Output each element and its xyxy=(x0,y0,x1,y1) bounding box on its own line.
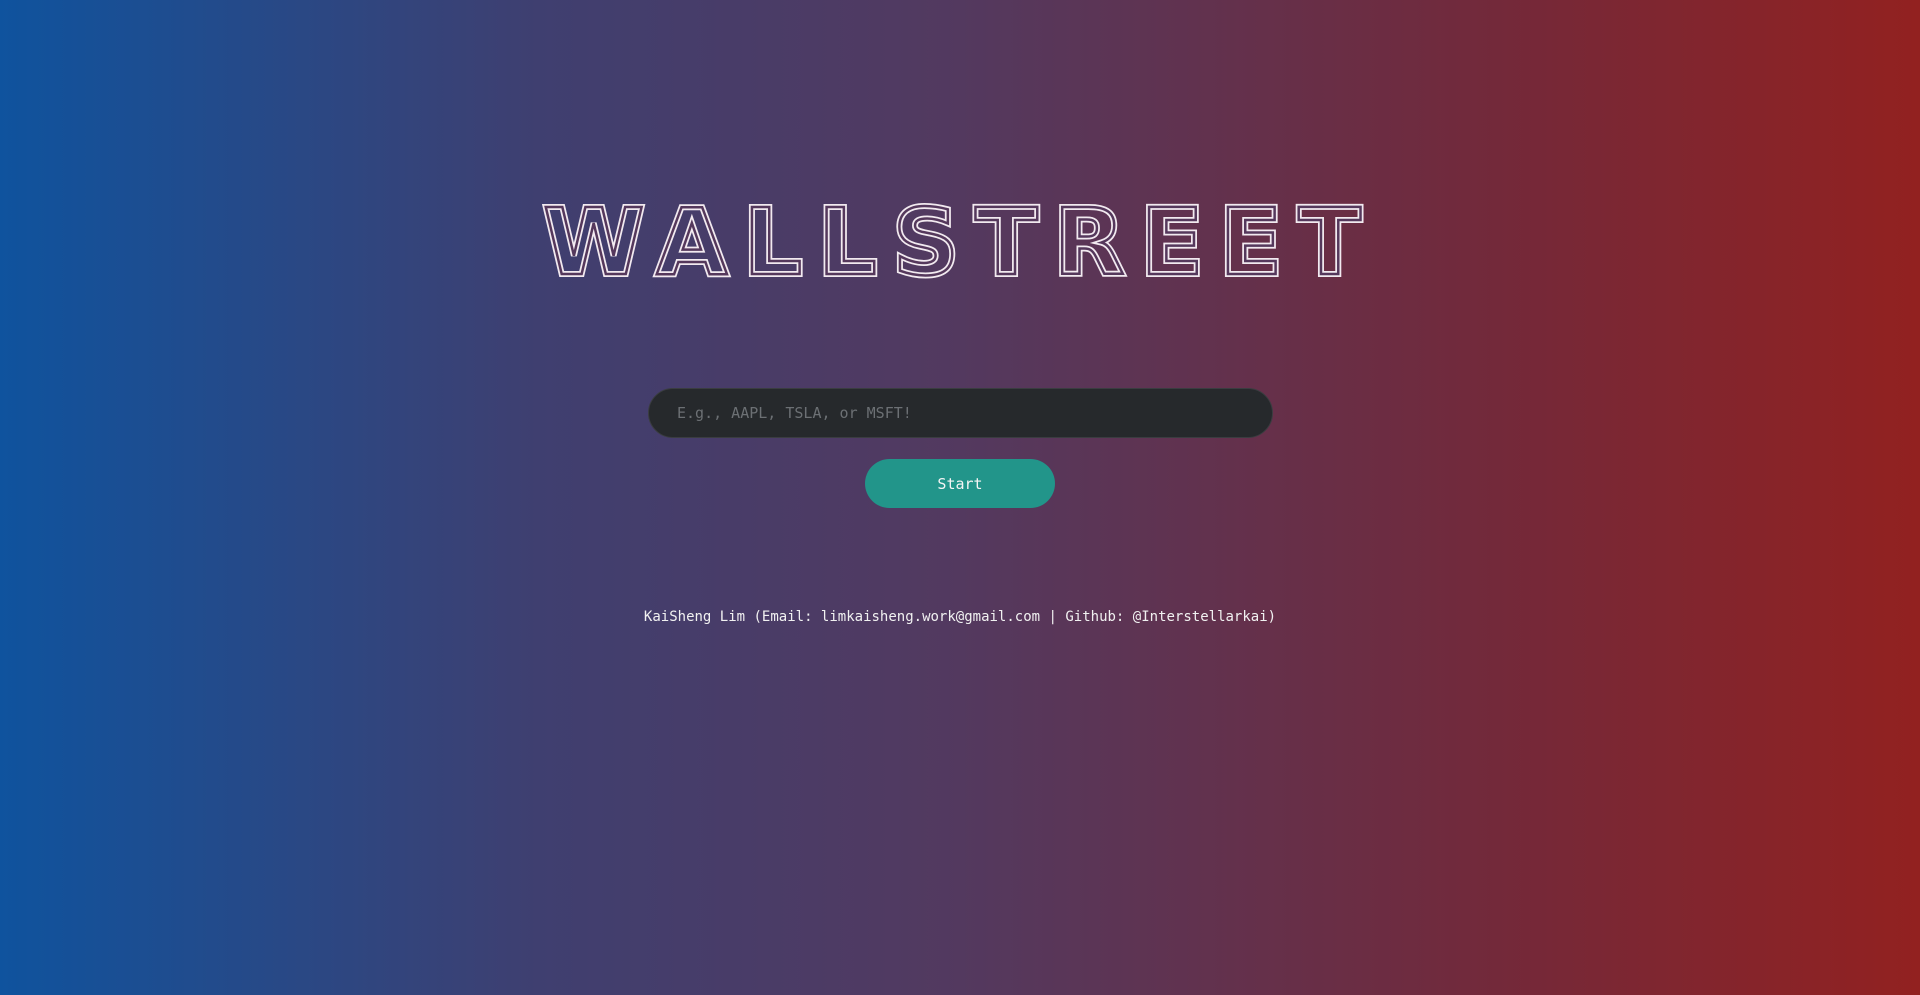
ticker-search-input[interactable] xyxy=(648,388,1273,438)
search-container xyxy=(648,388,1273,438)
logo-outline-text: WALLSTREET WALLSTREET xyxy=(540,186,1364,299)
wallstreet-logo: WALLSTREET WALLSTREET xyxy=(0,186,1920,299)
logo-inner-stroke: WALLSTREET xyxy=(543,189,1377,296)
start-button[interactable]: Start xyxy=(865,459,1055,508)
author-contact-footer: KaiSheng Lim (Email: limkaisheng.work@gm… xyxy=(643,609,1277,625)
